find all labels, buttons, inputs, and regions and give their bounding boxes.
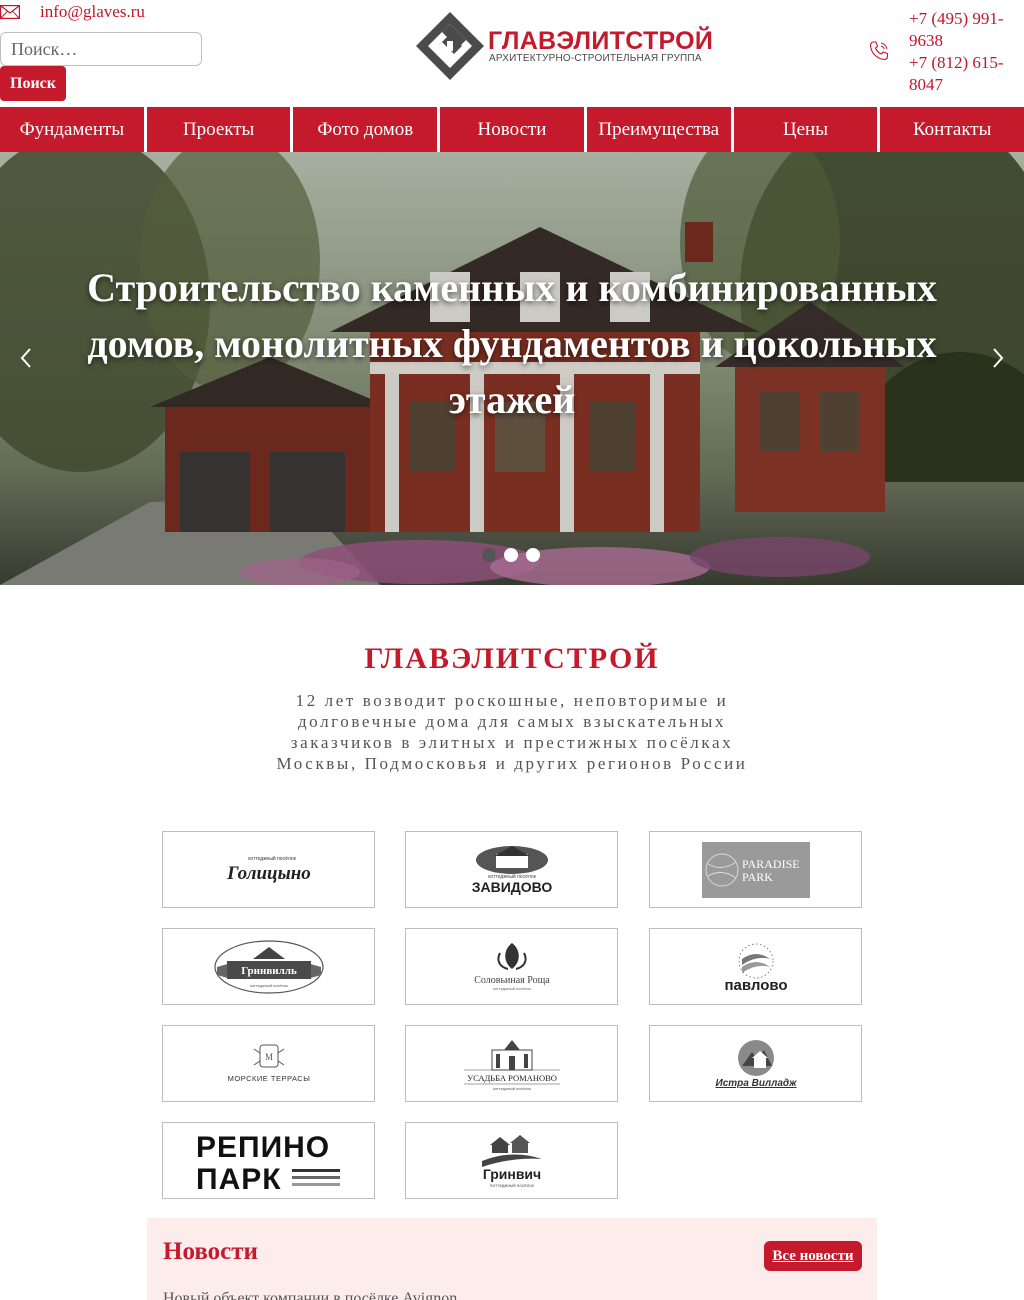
news-item-link[interactable]: Новый объект компании в посёлке Avignon bbox=[163, 1290, 457, 1300]
phone-icon bbox=[869, 41, 889, 61]
about-text: 12 лет возводит роскошные, неповторимые … bbox=[276, 691, 748, 773]
partner-morskie-terrasy[interactable]: M МОРСКИЕ ТЕРРАСЫ bbox=[162, 1025, 375, 1102]
svg-text:Коттеджный посёлок: Коттеджный посёлок bbox=[490, 1182, 533, 1188]
svg-text:РЕПИНО: РЕПИНО bbox=[196, 1131, 330, 1164]
partner-paradise-park[interactable]: PARADISE PARK bbox=[649, 831, 862, 908]
svg-text:Гринвич: Гринвич bbox=[482, 1166, 540, 1182]
svg-text:ПАРК: ПАРК bbox=[196, 1163, 282, 1193]
nav-item-photos[interactable]: Фото домов bbox=[293, 107, 438, 152]
nav-item-prices[interactable]: Цены bbox=[733, 107, 878, 152]
svg-text:ЗАВИДОВО: ЗАВИДОВО bbox=[471, 879, 552, 895]
logo-title: ГЛАВЭЛИТСТРОЙ bbox=[488, 27, 714, 55]
svg-text:PARADISE: PARADISE bbox=[742, 857, 800, 871]
solovinaya-roscha-logo: Соловьиная Роща коттеджный посёлок bbox=[474, 942, 550, 991]
usadba-romanovo-logo: УСАДЬБА РОМАНОВО коттеджный посёлок bbox=[463, 1039, 560, 1091]
search-input[interactable] bbox=[0, 32, 202, 66]
svg-text:коттеджный посёлок: коттеджный посёлок bbox=[249, 983, 287, 988]
partner-solovinaya-roscha[interactable]: Соловьиная Роща коттеджный посёлок bbox=[405, 928, 618, 1005]
all-news-button[interactable]: Все новости bbox=[764, 1241, 862, 1271]
nav-item-contacts[interactable]: Контакты bbox=[880, 107, 1024, 152]
news-section: Новости Все новости Новый объект компани… bbox=[147, 1218, 877, 1300]
chevron-right-icon[interactable] bbox=[988, 345, 1008, 371]
hero-title: Строительство каменных и комбинированных… bbox=[87, 265, 937, 422]
partner-grinvich[interactable]: Гринвич Коттеджный посёлок bbox=[405, 1122, 618, 1199]
site-header: info@glaves.ru Поиск ГЛАВЭЛИТСТРОЙ АРХИТ… bbox=[0, 0, 1024, 106]
logo-subtitle: АРХИТЕКТУРНО-СТРОИТЕЛЬНАЯ ГРУППА bbox=[489, 53, 702, 64]
istra-village-logo: Истра Вилладж bbox=[715, 1039, 797, 1089]
nav-item-advantages[interactable]: Преимущества bbox=[586, 107, 731, 152]
zavidovo-logo: коттеджный посёлок ЗАВИДОВО bbox=[471, 845, 552, 895]
search-button[interactable]: Поиск bbox=[0, 66, 66, 101]
svg-text:МОРСКИЕ ТЕРРАСЫ: МОРСКИЕ ТЕРРАСЫ bbox=[227, 1074, 310, 1083]
svg-text:M: M bbox=[264, 1052, 272, 1062]
nav-item-projects[interactable]: Проекты bbox=[146, 107, 291, 152]
paradise-park-logo: PARADISE PARK bbox=[701, 841, 810, 898]
slider-dot-1[interactable] bbox=[482, 548, 496, 562]
chevron-left-icon[interactable] bbox=[16, 345, 36, 371]
grinvich-logo: Гринвич Коттеджный посёлок bbox=[481, 1134, 542, 1188]
svg-text:Голицыно: Голицыно bbox=[226, 863, 311, 884]
grinvill-logo: Гринвилль коттеджный посёлок bbox=[213, 939, 324, 994]
pavlovo-logo: павлово bbox=[724, 943, 787, 994]
nav-item-foundations[interactable]: Фундаменты bbox=[0, 107, 144, 152]
site-logo[interactable]: ГЛАВЭЛИТСТРОЙ АРХИТЕКТУРНО-СТРОИТЕЛЬНАЯ … bbox=[412, 10, 713, 84]
svg-text:Истра Вилладж: Истра Вилладж bbox=[715, 1078, 797, 1089]
svg-text:УСАДЬБА РОМАНОВО: УСАДЬБА РОМАНОВО bbox=[467, 1073, 557, 1083]
slider-dot-3[interactable] bbox=[526, 548, 540, 562]
slider-dots bbox=[482, 548, 540, 562]
svg-text:Соловьиная Роща: Соловьиная Роща bbox=[474, 975, 550, 986]
svg-text:коттеджный посёлок: коттеджный посёлок bbox=[492, 1086, 530, 1091]
news-title: Новости bbox=[163, 1238, 258, 1265]
repino-park-logo: РЕПИНО ПАРК bbox=[196, 1131, 340, 1193]
partner-pavlovo[interactable]: павлово bbox=[649, 928, 862, 1005]
partner-golitsyno[interactable]: коттеджный посёлок Голицыно bbox=[162, 831, 375, 908]
main-nav: Фундаменты Проекты Фото домов Новости Пр… bbox=[0, 107, 1024, 152]
envelope-icon bbox=[0, 5, 20, 19]
svg-text:коттеджный посёлок: коттеджный посёлок bbox=[248, 855, 296, 862]
partner-istra-village[interactable]: Истра Вилладж bbox=[649, 1025, 862, 1102]
email-row: info@glaves.ru bbox=[0, 2, 145, 22]
golitsyno-logo: коттеджный посёлок Голицыно bbox=[226, 855, 311, 884]
phone-link-spb[interactable]: +7 (812) 615-8047 bbox=[909, 52, 1021, 96]
partner-repino-park[interactable]: РЕПИНО ПАРК bbox=[162, 1122, 375, 1199]
about-title: ГЛАВЭЛИТСТРОЙ bbox=[364, 642, 660, 675]
svg-text:Гринвилль: Гринвилль bbox=[241, 965, 297, 977]
slider-dot-2[interactable] bbox=[504, 548, 518, 562]
partner-usadba-romanovo[interactable]: УСАДЬБА РОМАНОВО коттеджный посёлок bbox=[405, 1025, 618, 1102]
phone-link-moscow[interactable]: +7 (495) 991-9638 bbox=[909, 8, 1021, 52]
hero-slider: Строительство каменных и комбинированных… bbox=[0, 152, 1024, 585]
morskie-terrasy-logo: M МОРСКИЕ ТЕРРАСЫ bbox=[227, 1044, 310, 1083]
email-link[interactable]: info@glaves.ru bbox=[40, 2, 145, 22]
logo-mark-icon bbox=[416, 12, 484, 80]
partner-zavidovo[interactable]: коттеджный посёлок ЗАВИДОВО bbox=[405, 831, 618, 908]
partner-grinvill[interactable]: Гринвилль коттеджный посёлок bbox=[162, 928, 375, 1005]
svg-text:коттеджный посёлок: коттеджный посёлок bbox=[492, 986, 530, 991]
svg-text:павлово: павлово bbox=[724, 977, 787, 994]
svg-text:PARK: PARK bbox=[742, 870, 773, 884]
nav-item-news[interactable]: Новости bbox=[440, 107, 584, 152]
phone-list: +7 (495) 991-9638 +7 (812) 615-8047 bbox=[909, 8, 1021, 96]
